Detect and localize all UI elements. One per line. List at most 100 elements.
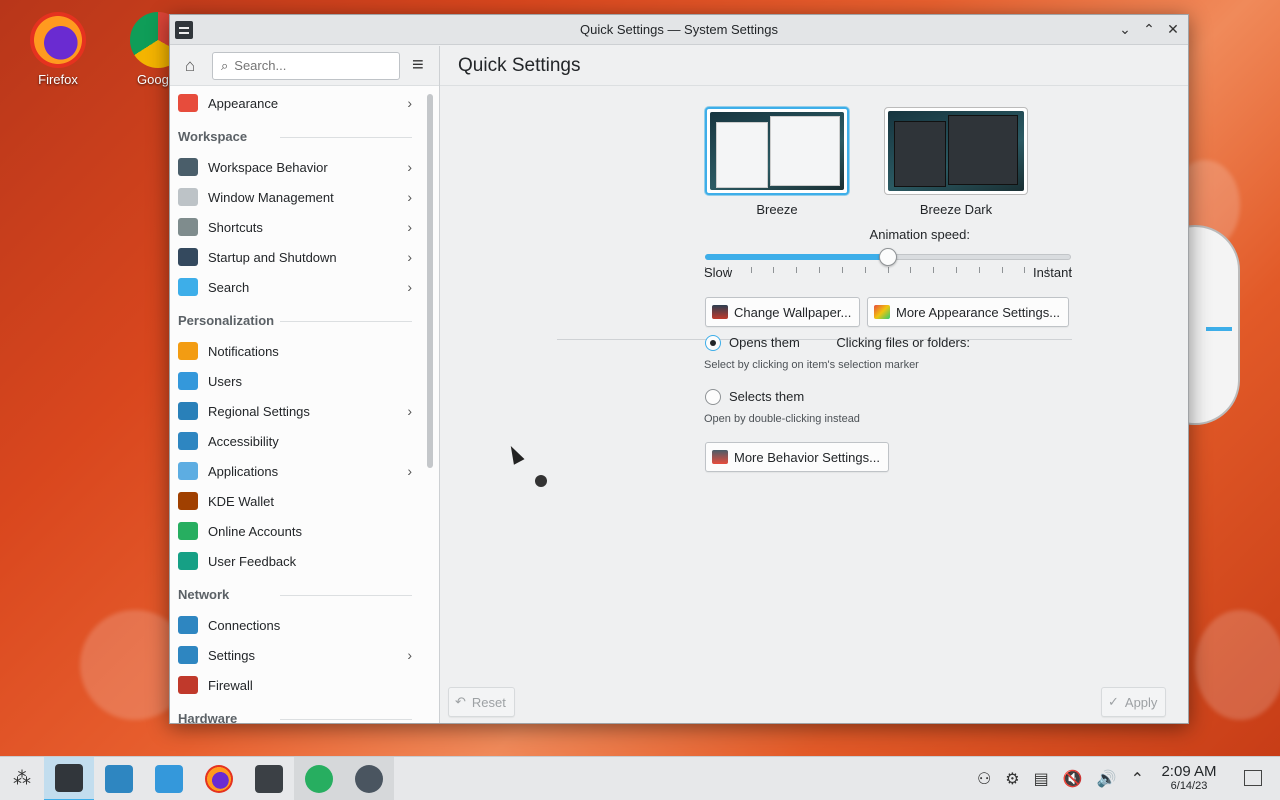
sidebar-item-accessibility[interactable]: Accessibility — [170, 426, 420, 456]
theme-card-breeze-dark[interactable] — [884, 107, 1028, 195]
sidebar-item-notifications[interactable]: Notifications — [170, 336, 420, 366]
sidebar-item-label: Shortcuts — [208, 219, 263, 235]
sidebar-item-label: Accessibility — [208, 433, 279, 449]
volume-icon[interactable]: 🔊 — [1097, 769, 1117, 789]
workspace-behavior-icon — [178, 158, 198, 176]
sidebar-item-workspace-behavior[interactable]: Workspace Behavior › — [170, 152, 420, 182]
close-button[interactable]: ✕ — [1164, 20, 1182, 38]
taskbar-dolphin[interactable] — [144, 757, 194, 800]
chevron-right-icon: › — [407, 279, 412, 295]
undo-icon: ↶ — [455, 694, 466, 709]
chevron-right-icon: › — [407, 463, 412, 479]
radio-selects-them[interactable] — [705, 389, 721, 405]
reset-button[interactable]: ↶ Reset — [448, 687, 515, 717]
busy-cursor-icon — [535, 475, 547, 487]
sidebar-item-label: KDE Wallet — [208, 493, 274, 509]
desktop-icon-firefox[interactable]: Firefox — [18, 12, 98, 87]
launcher-icon: ⁂ — [13, 768, 31, 788]
taskbar-app[interactable] — [344, 756, 394, 800]
taskbar-konsole[interactable] — [244, 757, 294, 800]
theme-name-breeze-dark: Breeze Dark — [919, 202, 993, 217]
discover-icon — [105, 764, 133, 793]
keyboard-icon — [178, 218, 198, 236]
search-input[interactable] — [234, 58, 375, 73]
change-wallpaper-button[interactable]: Change Wallpaper... — [705, 297, 861, 327]
taskbar-installer[interactable] — [294, 756, 344, 800]
sidebar-item-label: Settings — [208, 647, 255, 663]
sidebar-item-label: Regional Settings — [208, 403, 310, 419]
theme-card-breeze[interactable] — [705, 107, 849, 195]
sidebar-item-shortcuts[interactable]: Shortcuts › — [170, 212, 420, 242]
sidebar-item-label: Workspace Behavior — [208, 159, 328, 175]
hamburger-menu-button[interactable]: ≡ — [412, 54, 424, 77]
app-launcher-button[interactable]: ⁂ — [0, 757, 44, 800]
radio-opens-them[interactable] — [705, 335, 721, 351]
taskbar-discover[interactable] — [94, 757, 144, 800]
mute-icon[interactable]: 🔇 — [1063, 769, 1083, 789]
firefox-icon — [30, 12, 86, 68]
home-button[interactable]: ⌂ — [178, 54, 202, 78]
sidebar-item-users[interactable]: Users — [170, 366, 420, 396]
search-icon: ⌕ — [221, 57, 229, 73]
taskbar-system-settings[interactable] — [44, 756, 94, 800]
animation-speed-label: Animation speed: — [869, 227, 970, 242]
apply-button[interactable]: ✓ Apply — [1101, 687, 1167, 717]
kde-connect-icon[interactable]: ⚙ — [1005, 769, 1019, 789]
slider-handle[interactable] — [879, 248, 897, 266]
search-field[interactable]: ⌕ — [212, 51, 400, 80]
globe-icon — [178, 616, 198, 634]
window-title: Quick Settings — System Settings — [580, 22, 778, 37]
taskbar-firefox[interactable] — [194, 757, 244, 800]
sidebar-scrollbar[interactable] — [427, 94, 433, 468]
sidebar-item-firewall[interactable]: Firewall — [170, 670, 420, 700]
wallpaper-bubble — [1195, 610, 1280, 720]
animation-speed-slider[interactable] — [705, 247, 1071, 273]
selects-them-label[interactable]: Selects them — [729, 389, 804, 404]
hamburger-icon: ≡ — [412, 54, 424, 76]
more-behavior-button[interactable]: More Behavior Settings... — [705, 442, 889, 472]
sidebar-section-personalization: Personalization — [170, 302, 420, 336]
sidebar-item-kde-wallet[interactable]: KDE Wallet — [170, 486, 420, 516]
feedback-icon — [178, 552, 198, 570]
chevron-right-icon: › — [407, 189, 412, 205]
reset-label: Reset — [471, 694, 506, 710]
sidebar-item-appearance[interactable]: Appearance › — [170, 88, 420, 118]
sidebar-item-connections[interactable]: Connections — [170, 610, 420, 640]
sidebar-item-window-management[interactable]: Window Management › — [170, 182, 420, 212]
sidebar-item-startup-and-shutdown[interactable]: Startup and Shutdown › — [170, 242, 420, 272]
firewall-icon — [178, 676, 198, 694]
opens-them-label[interactable]: Opens them — [729, 335, 800, 350]
show-desktop-button[interactable] — [1244, 770, 1262, 786]
sidebar-item-regional-settings[interactable]: Regional Settings › — [170, 396, 420, 426]
page-title: Quick Settings — [440, 46, 1188, 86]
user-icon[interactable]: ⚇ — [977, 769, 991, 789]
wallet-icon — [178, 492, 198, 510]
titlebar[interactable]: Quick Settings — System Settings ⌄ ⌃ ✕ — [170, 15, 1188, 45]
sidebar-section-network: Network — [170, 576, 420, 610]
sidebar-item-applications[interactable]: Applications › — [170, 456, 420, 486]
selects-them-hint: Open by double-clicking instead — [704, 413, 860, 425]
minimize-button[interactable]: ⌄ — [1116, 20, 1134, 38]
taskbar: ⁂ ⚇ ⚙ ▤ 🔇 🔊 ⌃ 2:09 AM 6/14/23 — [0, 756, 1280, 800]
clipboard-icon[interactable]: ▤ — [1034, 769, 1049, 789]
maximize-button[interactable]: ⌃ — [1140, 20, 1158, 38]
more-appearance-button[interactable]: More Appearance Settings... — [867, 297, 1070, 327]
terminal-icon — [255, 764, 283, 793]
clock[interactable]: 2:09 AM 6/14/23 — [1148, 763, 1230, 792]
firefox-icon — [205, 764, 233, 793]
sidebar-section-workspace: Workspace — [170, 118, 420, 152]
sidebar-item-settings[interactable]: Settings › — [170, 640, 420, 670]
sidebar-item-user-feedback[interactable]: User Feedback — [170, 546, 420, 576]
sidebar-item-label: Notifications — [208, 343, 279, 359]
sidebar-item-search[interactable]: Search › — [170, 272, 420, 302]
regional-icon — [178, 402, 198, 420]
chevron-right-icon: › — [407, 403, 412, 419]
sidebar-item-online-accounts[interactable]: Online Accounts — [170, 516, 420, 546]
online-accounts-icon — [178, 522, 198, 540]
sidebar-nav: Appearance › Workspace Workspace Behavior › W… — [170, 88, 420, 723]
theme-preview-breeze — [710, 112, 844, 190]
desktop-icon-label: Firefox — [38, 72, 78, 87]
bell-icon — [178, 342, 198, 360]
chevron-up-icon[interactable]: ⌃ — [1131, 769, 1144, 789]
clock-time: 2:09 AM — [1161, 763, 1217, 780]
